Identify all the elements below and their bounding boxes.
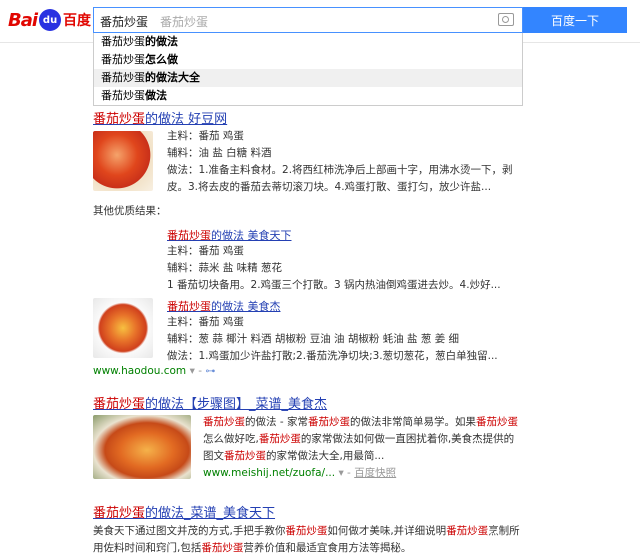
snippet-line3: 图文番茄炒蛋的家常做法大全,用最简... xyxy=(203,448,518,465)
text: 用佐料时间和窍门,包括 xyxy=(93,542,202,554)
baidu-logo[interactable]: Bai du 百度 xyxy=(8,8,91,32)
result-url[interactable]: www.meishij.net/zuofa/... xyxy=(203,467,335,479)
suggestion-suffix: 的做法大全 xyxy=(145,71,200,84)
search-input[interactable]: 番茄炒蛋 番茄炒蛋 xyxy=(93,7,523,33)
snapshot-link[interactable]: 百度快照 xyxy=(354,467,396,479)
title-keyword: 番茄炒蛋 xyxy=(93,506,146,521)
keyword: 番茄炒蛋 xyxy=(201,542,244,554)
keyword: 番茄炒蛋 xyxy=(258,433,301,445)
suggestion-prefix: 番茄炒蛋 xyxy=(101,53,145,66)
suggestion-prefix: 番茄炒蛋 xyxy=(101,35,145,48)
recipe-thumbnail[interactable] xyxy=(93,415,191,479)
text: 怎么做好吃, xyxy=(203,433,259,445)
steps-line: 1 番茄切块备用。2.鸡蛋三个打散。3 锅内热油倒鸡蛋进去炒。4.炒好... xyxy=(167,279,501,291)
url-row: www.meishij.net/zuofa/... ▾ - 百度快照 xyxy=(203,465,518,482)
snippet-line2: 怎么做好吃,番茄炒蛋的家常做法如何做一直困扰着你,美食杰提供的 xyxy=(203,431,518,448)
snippet-line1: 番茄炒蛋的做法 - 家常番茄炒蛋的做法非常简单易学。如果番茄炒蛋 xyxy=(203,414,518,431)
title-rest: 的做法_菜谱_美食天下 xyxy=(145,506,276,521)
keyword: 番茄炒蛋 xyxy=(224,450,266,462)
suggestion-item-highlighted[interactable]: 番茄炒蛋的做法大全 xyxy=(94,69,522,87)
suggestion-prefix: 番茄炒蛋 xyxy=(101,71,145,84)
suggestion-suffix: 做法 xyxy=(145,89,167,102)
suggestion-item[interactable]: 番茄炒蛋的做法 xyxy=(94,33,522,51)
recipe-thumbnail[interactable] xyxy=(93,131,153,191)
recipe-thumbnail[interactable] xyxy=(93,298,153,358)
text: 烹制所 xyxy=(488,525,520,537)
subresult-meishitianxia: 番茄炒蛋的做法 美食天下 主料：番茄 鸡蛋 辅料：蒜米 盐 味精 葱花 1 番茄… xyxy=(167,227,501,294)
result-title-link[interactable]: 番茄炒蛋的做法 好豆网 xyxy=(93,112,227,127)
text: 如何做才美味,并详细说明 xyxy=(327,525,447,537)
keyword: 番茄炒蛋 xyxy=(203,416,245,428)
title-rest: 的做法 好豆网 xyxy=(145,112,228,127)
other-results-label-wrap: 其他优质结果： xyxy=(93,203,167,220)
title-keyword: 番茄炒蛋 xyxy=(93,397,146,412)
aux-ingredients: 辅料：蒜米 盐 味精 葱花 xyxy=(167,262,283,274)
text: 营养价值和最适宜食用方法等揭秘。 xyxy=(243,542,412,554)
title-keyword: 番茄炒蛋 xyxy=(93,112,146,127)
suggestion-suffix: 怎么做 xyxy=(145,53,178,66)
main-ingredients: 主料：番茄 鸡蛋 xyxy=(167,316,244,328)
text: 的做法非常简单易学。如果 xyxy=(349,416,476,428)
title-rest: 的做法 美食杰 xyxy=(211,300,281,313)
aux-ingredients: 辅料：葱 蒜 椰汁 料酒 胡椒粉 豆油 油 胡椒粉 蚝油 盐 葱 姜 细 xyxy=(167,333,460,345)
other-results-label: 其他优质结果： xyxy=(93,205,167,217)
text: 的家常做法如何做一直困扰着你,美食杰提供的 xyxy=(300,433,515,445)
keyword: 番茄炒蛋 xyxy=(285,525,328,537)
bow-icon: ⊶ xyxy=(205,366,216,377)
steps-line: 做法：1.鸡蛋加少许盐打散;2.番茄洗净切块;3.葱切葱花，葱白单独留... xyxy=(167,350,498,362)
keyword: 番茄炒蛋 xyxy=(475,416,518,428)
result-meishitianxia: 番茄炒蛋的做法_菜谱_美食天下 美食天下通过图文并茂的方式,手把手教你番茄炒蛋如… xyxy=(93,502,520,557)
title-rest: 的做法【步骤图】_菜谱_美食杰 xyxy=(145,397,328,412)
suggestion-suffix: 的做法 xyxy=(145,35,178,48)
text: 的家常做法大全,用最简... xyxy=(266,450,385,462)
dropdown-arrow-icon[interactable]: ▾ - xyxy=(338,467,354,479)
text: 图文 xyxy=(203,450,224,462)
paw-icon: du xyxy=(39,9,62,31)
title-keyword: 番茄炒蛋 xyxy=(167,300,211,313)
main-ingredients: 主料：番茄 鸡蛋 xyxy=(167,245,244,257)
result-url-row: www.haodou.com ▾ - ⊶ xyxy=(93,364,215,377)
main-ingredients: 主料：番茄 鸡蛋 xyxy=(167,130,244,142)
title-rest: 的做法 美食天下 xyxy=(211,229,292,242)
result-url[interactable]: www.haodou.com xyxy=(93,365,186,377)
search-query[interactable]: 番茄炒蛋 xyxy=(100,13,148,30)
camera-icon[interactable] xyxy=(498,13,514,26)
result-body: 番茄炒蛋的做法 - 家常番茄炒蛋的做法非常简单易学。如果番茄炒蛋 怎么做好吃,番… xyxy=(203,414,518,482)
keyword: 番茄炒蛋 xyxy=(307,416,350,428)
snippet-line1: 美食天下通过图文并茂的方式,手把手教你番茄炒蛋如何做才美味,并详细说明番茄炒蛋烹… xyxy=(93,523,520,540)
subresult-title-link[interactable]: 番茄炒蛋的做法 美食杰 xyxy=(167,300,281,313)
subresult-title-link[interactable]: 番茄炒蛋的做法 美食天下 xyxy=(167,229,292,242)
snippet-line2: 用佐料时间和窍门,包括番茄炒蛋营养价值和最适宜食用方法等揭秘。 xyxy=(93,540,520,557)
result-meishijie-steps: 番茄炒蛋的做法【步骤图】_菜谱_美食杰 xyxy=(93,393,327,412)
keyword: 番茄炒蛋 xyxy=(446,525,489,537)
dropdown-arrow-icon[interactable]: ▾ - xyxy=(190,365,206,377)
steps-line2: 皮。3.将去皮的番茄去蒂切滚刀块。4.鸡蛋打散、蛋打匀，放少许盐... xyxy=(167,181,492,193)
suggestion-dropdown: 番茄炒蛋的做法 番茄炒蛋怎么做 番茄炒蛋的做法大全 番茄炒蛋做法 xyxy=(93,33,523,106)
title-keyword: 番茄炒蛋 xyxy=(167,229,211,242)
aux-ingredients: 辅料：油 盐 白糖 料酒 xyxy=(167,147,272,159)
logo-du: 百度 xyxy=(63,13,92,29)
result-title-link[interactable]: 番茄炒蛋的做法_菜谱_美食天下 xyxy=(93,506,275,521)
text: 美食天下通过图文并茂的方式,手把手教你 xyxy=(93,525,286,537)
suggestion-prefix: 番茄炒蛋 xyxy=(101,89,145,102)
logo-bai: Bai xyxy=(8,9,38,31)
result-haodou: 番茄炒蛋的做法 好豆网 xyxy=(93,108,227,127)
search-placeholder: 番茄炒蛋 xyxy=(160,15,209,29)
text: 的做法 - 家常 xyxy=(245,416,308,428)
result-body: 主料：番茄 鸡蛋 辅料：油 盐 白糖 料酒 做法：1.准备主料食材。2.将西红柿… xyxy=(167,128,513,196)
suggestion-item[interactable]: 番茄炒蛋怎么做 xyxy=(94,51,522,69)
subresult-meishijie: 番茄炒蛋的做法 美食杰 主料：番茄 鸡蛋 辅料：葱 蒜 椰汁 料酒 胡椒粉 豆油… xyxy=(167,298,498,365)
search-button[interactable]: 百度一下 xyxy=(523,7,627,33)
suggestion-item[interactable]: 番茄炒蛋做法 xyxy=(94,87,522,105)
result-title-link[interactable]: 番茄炒蛋的做法【步骤图】_菜谱_美食杰 xyxy=(93,397,327,412)
steps-line1: 做法：1.准备主料食材。2.将西红柿洗净后上部画十字，用沸水烫一下，剥 xyxy=(167,164,513,176)
